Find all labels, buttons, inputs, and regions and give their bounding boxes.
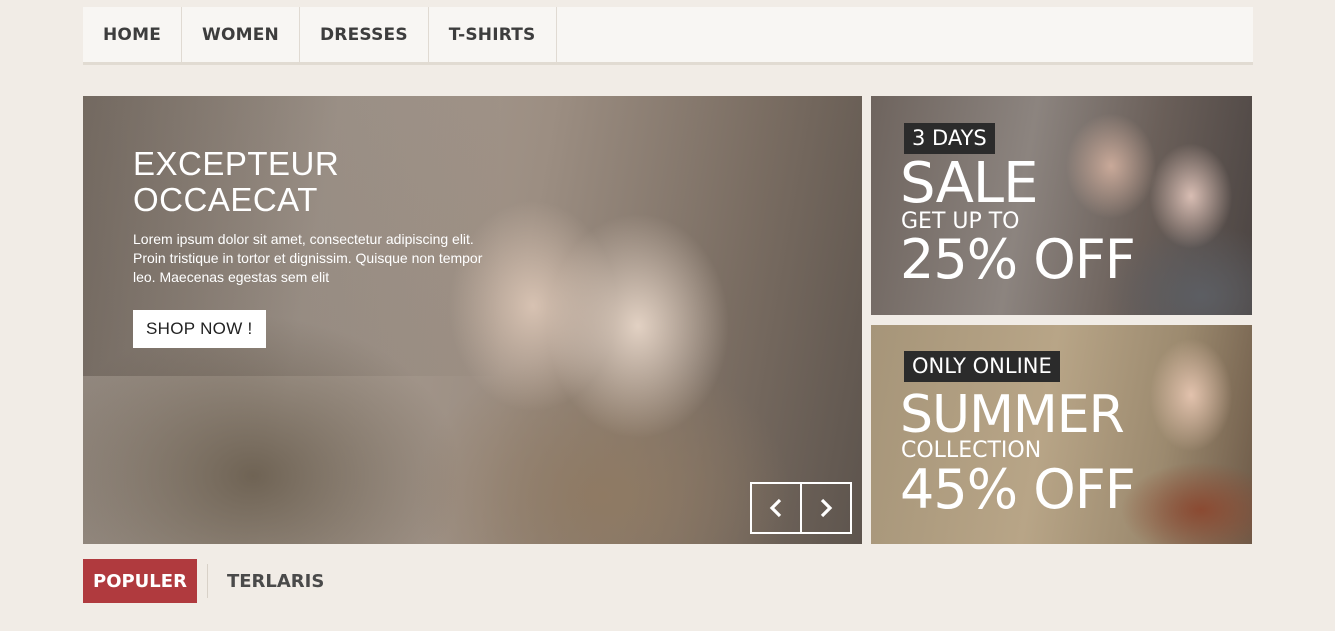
promo-offer: 45% OFF bbox=[900, 458, 1136, 521]
hero-title-line1: EXCEPTEUR bbox=[133, 145, 340, 182]
slider-controls bbox=[750, 482, 852, 534]
promo-banner-summer[interactable]: ONLY ONLINE SUMMER COLLECTION 45% OFF bbox=[871, 325, 1252, 544]
tab-populer[interactable]: POPULER bbox=[83, 559, 197, 603]
hero-title-line2: OCCAECAT bbox=[133, 181, 318, 218]
chevron-left-icon[interactable] bbox=[752, 484, 802, 532]
nav-item-tshirts[interactable]: T-SHIRTS bbox=[429, 7, 557, 62]
tab-terlaris[interactable]: TERLARIS bbox=[217, 559, 334, 603]
tab-divider bbox=[206, 564, 208, 598]
main-navigation: HOME WOMEN DRESSES T-SHIRTS bbox=[83, 7, 1253, 65]
promo-tag: 3 DAYS bbox=[904, 123, 995, 154]
product-tabs: POPULER TERLARIS bbox=[83, 559, 334, 603]
nav-item-home[interactable]: HOME bbox=[83, 7, 183, 62]
promo-banner-sale[interactable]: 3 DAYS SALE GET UP TO 25% OFF bbox=[871, 96, 1252, 315]
shop-now-button[interactable]: SHOP NOW ! bbox=[133, 310, 266, 348]
promo-headline: SALE bbox=[900, 151, 1038, 216]
hero-title: EXCEPTEUR OCCAECAT bbox=[133, 146, 493, 218]
hero-description: Lorem ipsum dolor sit amet, consectetur … bbox=[133, 231, 483, 285]
promo-tag: ONLY ONLINE bbox=[904, 351, 1060, 382]
hero-slider: EXCEPTEUR OCCAECAT Lorem ipsum dolor sit… bbox=[83, 96, 862, 544]
promo-headline: SUMMER bbox=[900, 385, 1125, 445]
nav-item-dresses[interactable]: DRESSES bbox=[300, 7, 429, 62]
nav-item-women[interactable]: WOMEN bbox=[182, 7, 300, 62]
promo-offer: 25% OFF bbox=[900, 228, 1136, 291]
chevron-right-icon[interactable] bbox=[802, 484, 850, 532]
